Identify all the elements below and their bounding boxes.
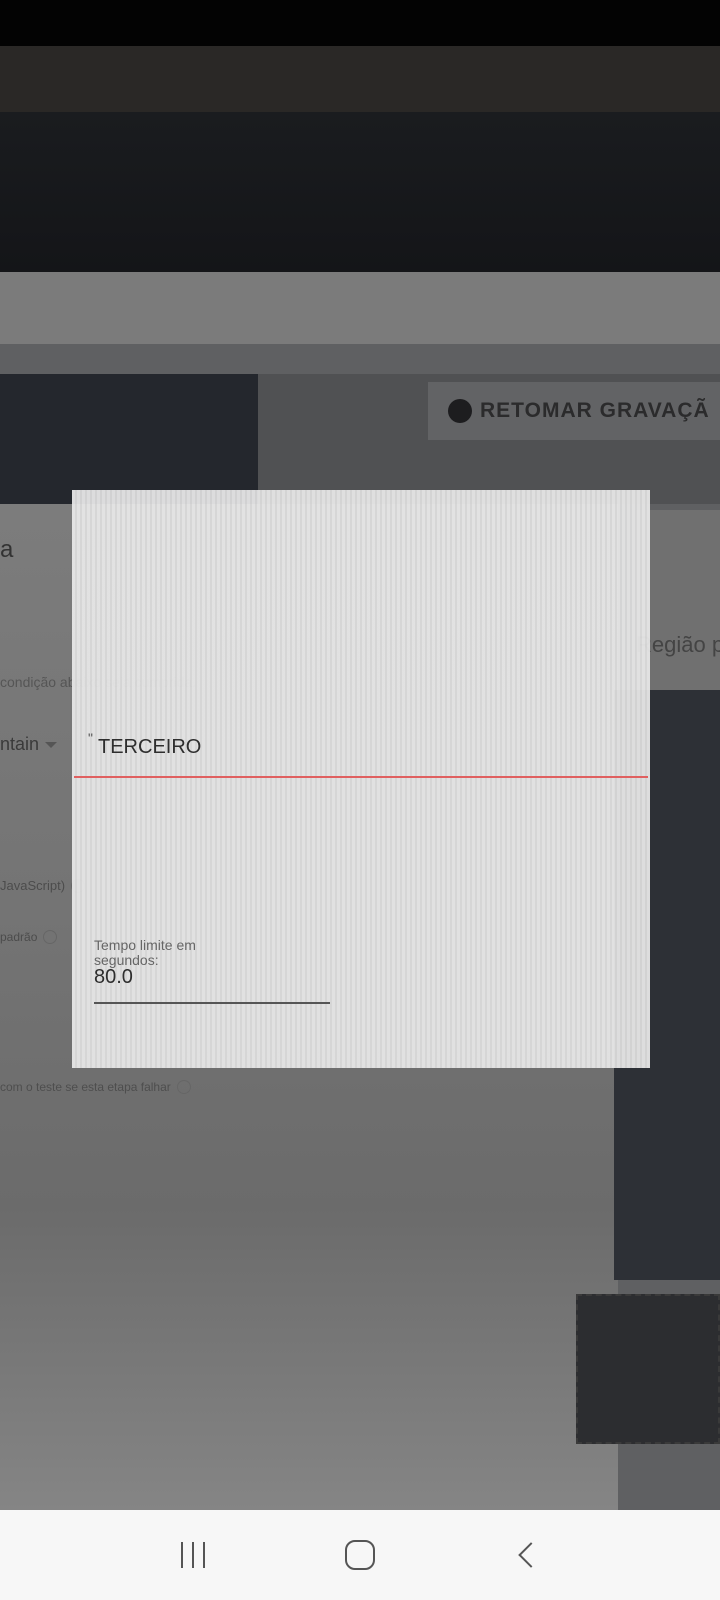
help-icon[interactable] (43, 930, 58, 944)
home-icon (344, 1540, 375, 1570)
status-area (0, 0, 720, 46)
fail-label: com o teste se esta etapa falhar (0, 1080, 171, 1094)
home-button[interactable] (330, 1525, 390, 1585)
default-option[interactable]: padrão (0, 930, 58, 944)
monitor-bezel (0, 46, 720, 112)
value-input[interactable]: TERCEIRO (98, 736, 201, 759)
recents-button[interactable] (163, 1525, 223, 1585)
timeout-label: Tempo limite em segundos: (94, 937, 196, 968)
record-icon (448, 399, 472, 423)
left-dark-block (0, 374, 258, 504)
photographed-monitor: RETOMAR GRAVAÇÃ Região p a condição abai… (0, 0, 720, 1510)
match-type-value: ntain (0, 734, 40, 754)
selection-region-box[interactable] (576, 1294, 720, 1444)
resume-recording-label: RETOMAR GRAVAÇÃ (480, 399, 710, 422)
match-type-select[interactable]: ntain (0, 734, 58, 755)
focused-dialog-region (72, 490, 650, 1068)
chevron-down-icon (45, 741, 58, 748)
timeout-input[interactable]: 80.0 (94, 966, 133, 989)
browser-toolbar (0, 112, 720, 348)
input-focus-underline (74, 776, 648, 778)
timeout-input-underline (94, 1002, 330, 1004)
resume-recording-button[interactable]: RETOMAR GRAVAÇÃ (428, 382, 720, 440)
back-button[interactable] (497, 1525, 557, 1585)
quote-prefix: " (88, 730, 93, 746)
back-icon (517, 1542, 544, 1568)
fail-option[interactable]: com o teste se esta etapa falhar (0, 1080, 191, 1094)
app-top-strip (0, 272, 720, 344)
android-navigation-bar (0, 1510, 720, 1600)
default-label: padrão (0, 930, 38, 944)
javascript-label: JavaScript) (0, 878, 66, 893)
help-icon[interactable] (176, 1080, 191, 1094)
recents-icon (181, 1542, 206, 1568)
panel-title-fragment: a (0, 536, 14, 563)
